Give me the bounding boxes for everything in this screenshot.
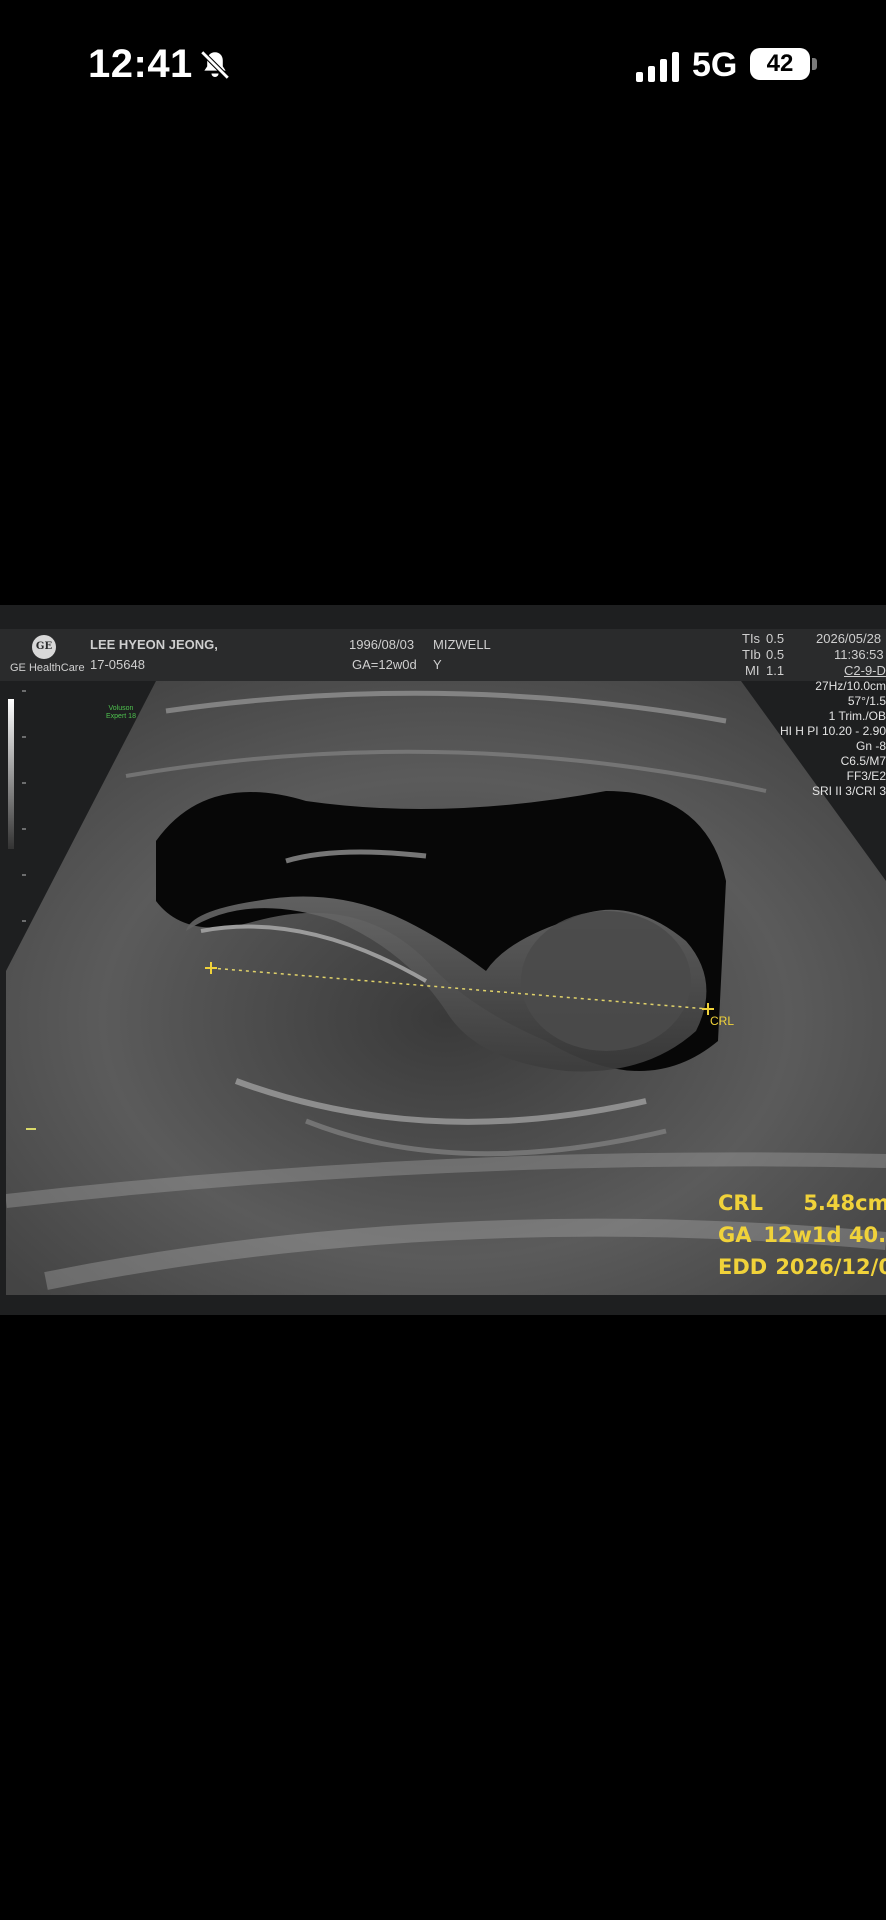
tib-value: 0.5 bbox=[766, 647, 785, 662]
measurement-row-edd: EDD 2026/12/09 bbox=[718, 1251, 886, 1283]
param-line: 27Hz/10.0cm bbox=[815, 679, 886, 693]
vendor-line1: Voluson bbox=[108, 705, 134, 712]
status-time: 12:41 bbox=[88, 42, 193, 86]
vendor-line2: Expert 18 bbox=[106, 713, 136, 720]
mi-value: 1.1 bbox=[766, 663, 785, 678]
measurement-label: GA bbox=[718, 1223, 752, 1247]
param-line: SRI II 3/CRI 3 bbox=[811, 784, 886, 798]
scan-parameters: 27Hz/10.0cm 57°/1.5 1 Trim./OB HI H PI 1… bbox=[686, 679, 886, 799]
cellular-signal-icon bbox=[636, 52, 679, 82]
measurement-results: CRL 5.48cm GA 12w1d 40.3% EDD 2026/12/09 bbox=[718, 1187, 886, 1283]
grayscale-bar bbox=[8, 699, 14, 849]
measurement-value: 12w1d 40.3% bbox=[763, 1223, 886, 1247]
param-line: C6.5/M7 bbox=[840, 754, 886, 768]
ultrasound-frame: GE GE HealthCare LEE HYEON JEONG, 17-056… bbox=[0, 605, 886, 1315]
tis-label: TIs bbox=[742, 631, 761, 646]
ultrasound-header: GE GE HealthCare LEE HYEON JEONG, 17-056… bbox=[0, 629, 886, 681]
mi-label: MI bbox=[745, 663, 760, 678]
battery-level: 42 bbox=[766, 50, 794, 77]
patient-dob: 1996/08/03 bbox=[349, 637, 415, 652]
param-line: Gn -8 bbox=[855, 739, 886, 753]
clinic-name: MIZWELL bbox=[433, 637, 491, 652]
network-type: 5G bbox=[692, 46, 738, 84]
exam-date: 2026/05/28 bbox=[816, 631, 882, 646]
measurement-label: EDD bbox=[718, 1255, 768, 1279]
patient-id: 17-05648 bbox=[90, 657, 145, 672]
exam-time: 11:36:53 bbox=[834, 647, 884, 662]
tis-value: 0.5 bbox=[766, 631, 785, 646]
param-line: HI H PI 10.20 - 2.90 bbox=[779, 724, 886, 738]
ge-logo-icon: GE bbox=[32, 635, 56, 659]
measurement-row-crl: CRL 5.48cm bbox=[718, 1187, 886, 1219]
gestational-age-header: GA=12w0d bbox=[352, 657, 417, 672]
param-line: 57°/1.5 bbox=[847, 694, 886, 708]
measurement-value: 5.48cm bbox=[803, 1191, 886, 1215]
measurement-value: 2026/12/09 bbox=[775, 1255, 886, 1279]
measurement-row-ga: GA 12w1d 40.3% bbox=[718, 1219, 886, 1251]
status-bar: 12:41 5G 42 bbox=[0, 0, 886, 130]
vendor-mark: Voluson Expert 18 bbox=[106, 705, 136, 721]
patient-name: LEE HYEON JEONG, bbox=[90, 637, 218, 652]
probe-name: C2-9-D bbox=[844, 663, 886, 678]
brand-name: GE HealthCare bbox=[10, 662, 85, 674]
param-line: FF3/E2 bbox=[846, 769, 886, 783]
crl-caliper-label: CRL bbox=[710, 1014, 734, 1028]
param-line: 1 Trim./OB bbox=[828, 709, 886, 723]
battery-cap bbox=[812, 58, 817, 70]
tib-label: TIb bbox=[742, 647, 761, 662]
bell-muted-icon bbox=[200, 50, 230, 80]
measurement-label: CRL bbox=[718, 1191, 763, 1215]
clinic-sub: Y bbox=[433, 657, 442, 672]
battery-icon: 42 bbox=[750, 48, 810, 80]
